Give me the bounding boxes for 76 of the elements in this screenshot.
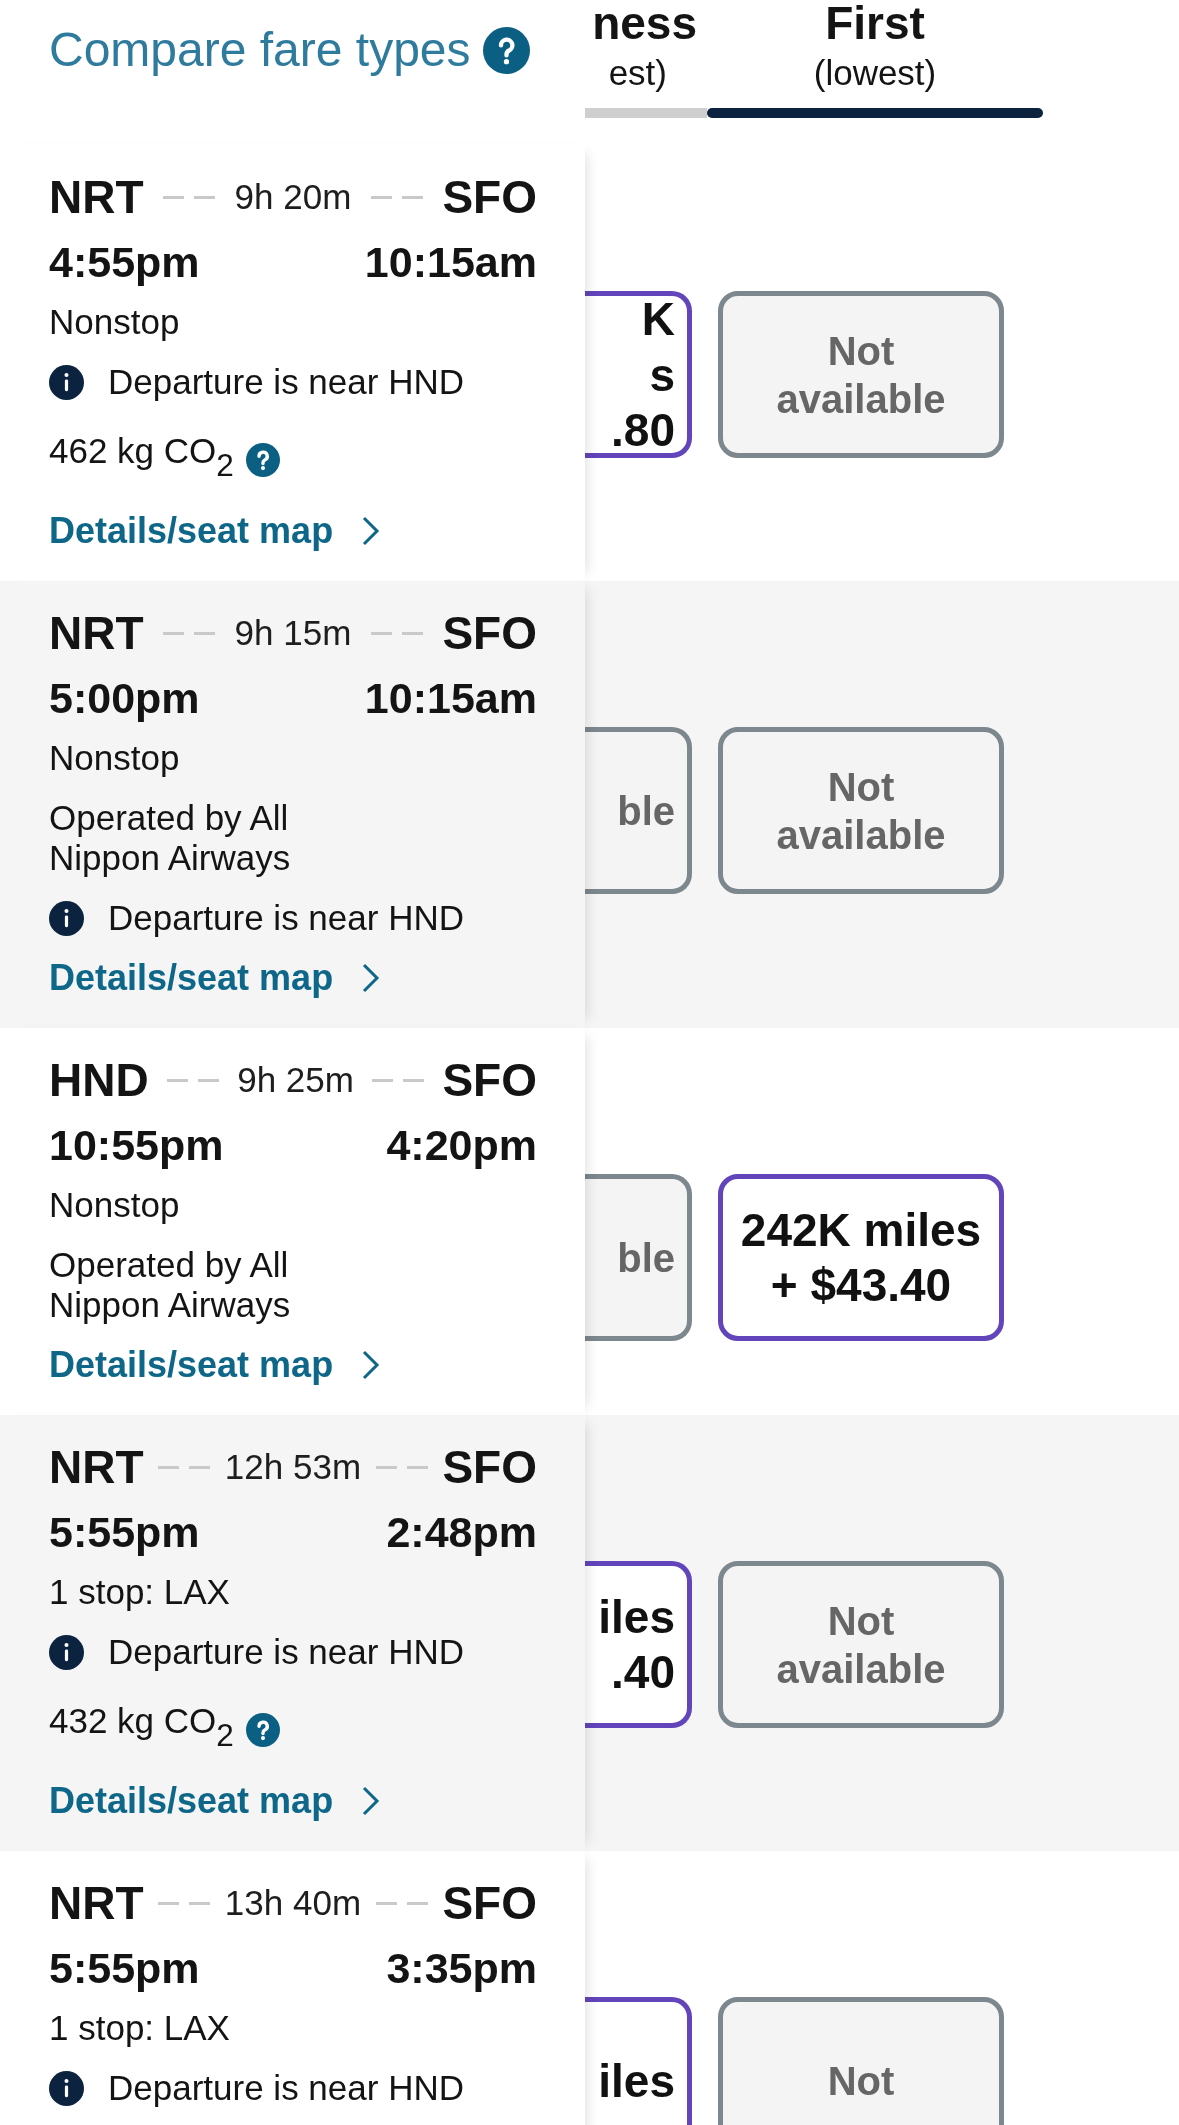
dashed-line-icon (370, 631, 423, 635)
fare-column-tab[interactable]: ness est) (585, 0, 707, 118)
operator-text: Operated by All Nippon Airways (49, 1245, 292, 1325)
destination-airport-code: SFO (442, 1876, 537, 1930)
help-icon[interactable] (245, 1713, 280, 1747)
fare-button[interactable]: 242K miles + $43.40 (718, 1174, 1004, 1341)
origin-airport-code: HND (49, 1053, 149, 1107)
unavailable-fare-box: Not available (718, 727, 1004, 894)
details-link[interactable]: Details/seat map (49, 509, 382, 553)
dashed-line-icon (166, 1078, 219, 1082)
departure-time: 5:55pm (49, 1507, 200, 1557)
dashed-line-icon (370, 195, 423, 199)
dashed-line-icon (158, 1901, 211, 1905)
compare-fare-types-link[interactable]: Compare fare types (49, 22, 530, 78)
dashed-line-icon (163, 195, 216, 199)
origin-airport-code: NRT (49, 606, 144, 660)
fare-column-tab[interactable]: First (lowest) (707, 0, 1043, 118)
departure-time: 4:55pm (49, 237, 200, 287)
fare-button[interactable]: K s .80 (585, 291, 692, 458)
notice-text: Departure is near HND (108, 362, 464, 402)
fare-button[interactable]: iles (585, 1997, 692, 2125)
flight-duration: 13h 40m (224, 1883, 362, 1923)
help-icon[interactable] (245, 443, 280, 477)
stops-text: 1 stop: LAX (49, 2008, 230, 2048)
help-icon (482, 26, 530, 74)
flight-duration: 9h 25m (237, 1060, 354, 1100)
stops-text: Nonstop (49, 1185, 180, 1225)
arrival-time: 10:15am (364, 237, 537, 287)
details-link[interactable]: Details/seat map (49, 1779, 382, 1823)
arrival-time: 3:35pm (386, 1943, 537, 1993)
chevron-right-icon (361, 1785, 382, 1817)
unavailable-fare-box: Not (718, 1997, 1004, 2125)
dashed-line-icon (375, 1465, 428, 1469)
chevron-right-icon (361, 1349, 382, 1381)
origin-airport-code: NRT (49, 1440, 144, 1494)
departure-time: 10:55pm (49, 1120, 224, 1170)
unavailable-fare-box: Not available (718, 291, 1004, 458)
dashed-line-icon (372, 1078, 425, 1082)
notice-text: Departure is near HND (108, 2068, 464, 2108)
operator-text: Operated by All Nippon Airways (49, 798, 292, 878)
destination-airport-code: SFO (442, 606, 537, 660)
chevron-right-icon (361, 515, 382, 547)
flight-duration: 12h 53m (224, 1447, 362, 1487)
unavailable-fare-box: Not available (718, 1561, 1004, 1728)
destination-airport-code: SFO (442, 1440, 537, 1494)
chevron-right-icon (361, 962, 382, 994)
destination-airport-code: SFO (442, 1053, 537, 1107)
origin-airport-code: NRT (49, 170, 144, 224)
stops-text: Nonstop (49, 302, 180, 342)
unavailable-fare-box: ble (585, 1174, 692, 1341)
info-icon (49, 364, 84, 400)
flight-duration: 9h 15m (234, 613, 352, 653)
origin-airport-code: NRT (49, 1876, 144, 1930)
arrival-time: 2:48pm (386, 1507, 537, 1557)
info-icon (49, 900, 84, 936)
unavailable-fare-box: ble (585, 727, 692, 894)
flight-duration: 9h 20m (234, 177, 352, 217)
fare-button[interactable]: iles .40 (585, 1561, 692, 1728)
destination-airport-code: SFO (442, 170, 537, 224)
details-link[interactable]: Details/seat map (49, 1343, 382, 1387)
emissions-text: 462 kg CO$_{2}$ (49, 431, 234, 485)
dashed-line-icon (163, 631, 216, 635)
departure-time: 5:55pm (49, 1943, 200, 1993)
info-icon (49, 1634, 84, 1670)
notice-text: Departure is near HND (108, 898, 464, 938)
notice-text: Departure is near HND (108, 1632, 464, 1672)
emissions-text: 432 kg CO$_{2}$ (49, 1701, 234, 1755)
departure-time: 5:00pm (49, 673, 200, 723)
dashed-line-icon (375, 1901, 428, 1905)
arrival-time: 10:15am (364, 673, 537, 723)
info-icon (49, 2070, 84, 2106)
arrival-time: 4:20pm (386, 1120, 537, 1170)
stops-text: Nonstop (49, 738, 180, 778)
stops-text: 1 stop: LAX (49, 1572, 230, 1612)
details-link[interactable]: Details/seat map (49, 956, 382, 1000)
dashed-line-icon (158, 1465, 211, 1469)
